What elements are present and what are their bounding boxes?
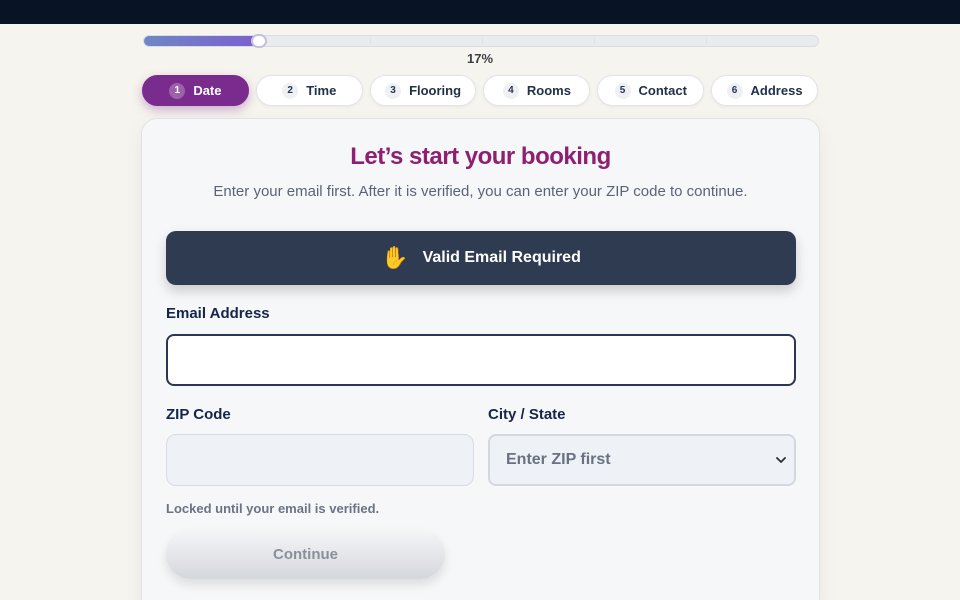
progress-divider <box>370 38 371 44</box>
step-label: Address <box>750 83 803 98</box>
progress-divider <box>706 38 707 44</box>
step-nav: 1 Date 2 Time 3 Flooring 4 Rooms 5 Conta… <box>142 75 818 107</box>
step-rooms[interactable]: 4 Rooms <box>483 75 591 106</box>
step-number: 5 <box>614 82 631 99</box>
city-state-value: Enter ZIP first <box>506 451 611 468</box>
step-label: Rooms <box>526 83 571 98</box>
progress-divider <box>482 38 483 44</box>
page-subtitle: Enter your email first. After it is veri… <box>213 183 748 200</box>
booking-card: Let’s start your booking Enter your emai… <box>141 118 820 600</box>
raised-hand-icon: ✋ <box>381 245 409 270</box>
step-contact[interactable]: 5 Contact <box>597 75 705 106</box>
step-number: 4 <box>502 82 519 99</box>
zip-locked-hint: Locked until your email is verified. <box>166 501 380 516</box>
step-date[interactable]: 1 Date <box>142 75 249 106</box>
email-required-banner: ✋ Valid Email Required <box>166 231 796 285</box>
progress-percent: 17% <box>466 51 494 66</box>
progress-knob <box>251 34 267 48</box>
top-bar <box>0 0 960 24</box>
step-flooring[interactable]: 3 Flooring <box>369 75 477 106</box>
step-time[interactable]: 2 Time <box>255 75 363 106</box>
zip-field[interactable] <box>166 434 474 486</box>
zip-label: ZIP Code <box>166 406 231 423</box>
city-state-label: City / State <box>488 406 566 423</box>
progress-bar <box>143 34 819 48</box>
step-number: 6 <box>726 82 743 99</box>
progress-divider <box>594 38 595 44</box>
chevron-down-icon <box>776 457 786 463</box>
step-label: Date <box>193 83 222 98</box>
step-number: 1 <box>169 82 186 99</box>
city-state-select[interactable]: Enter ZIP first <box>488 434 796 486</box>
page-title: Let’s start your booking <box>350 143 611 170</box>
step-label: Contact <box>638 83 687 98</box>
step-number: 2 <box>282 82 299 99</box>
step-number: 3 <box>385 82 402 99</box>
progress-fill <box>144 36 267 46</box>
continue-button[interactable]: Continue <box>166 529 445 579</box>
email-label: Email Address <box>166 305 270 322</box>
banner-text: Valid Email Required <box>422 249 581 266</box>
step-label: Flooring <box>409 83 462 98</box>
email-field[interactable] <box>166 334 796 386</box>
step-address[interactable]: 6 Address <box>711 75 818 106</box>
step-label: Time <box>306 83 337 98</box>
